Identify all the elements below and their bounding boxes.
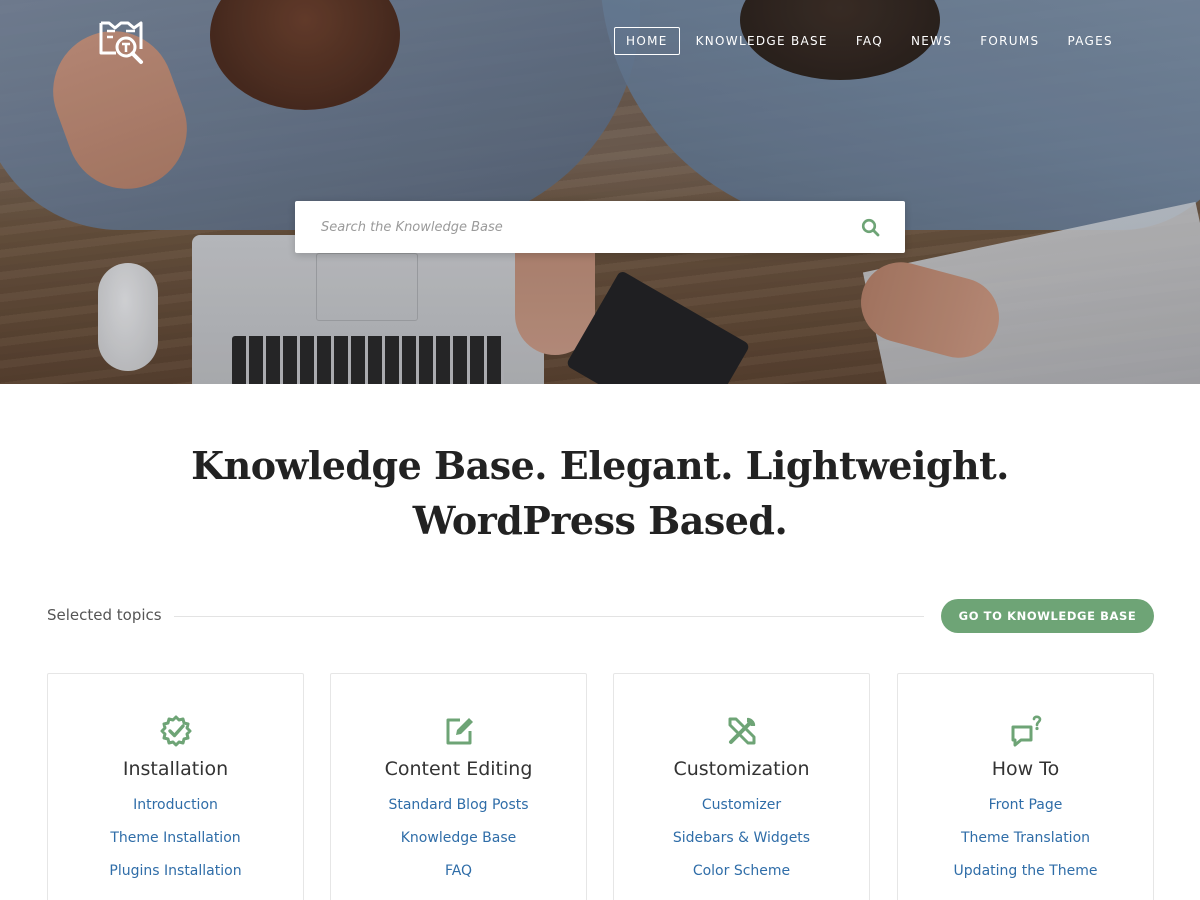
edit-icon	[442, 714, 476, 748]
card-title: How To	[991, 758, 1060, 780]
card-link[interactable]: Updating the Theme	[898, 863, 1153, 879]
card-title: Installation	[122, 758, 229, 780]
search-input[interactable]	[295, 201, 835, 253]
card-link[interactable]: Standard Blog Posts	[331, 797, 586, 813]
nav-item-knowledge-base[interactable]: KNOWLEDGE BASE	[684, 27, 840, 55]
card-link[interactable]: Color Scheme	[614, 863, 869, 879]
headline-line-1: Knowledge Base. Elegant. Lightweight.	[191, 443, 1009, 488]
nav-item-news[interactable]: NEWS	[899, 27, 964, 55]
page-headline: Knowledge Base. Elegant. Lightweight. Wo…	[0, 438, 1200, 548]
headline-line-2: WordPress Based.	[412, 498, 788, 543]
card-title: Content Editing	[384, 758, 533, 780]
nav-item-pages[interactable]: PAGES	[1055, 27, 1124, 55]
card-link[interactable]: Sidebars & Widgets	[614, 830, 869, 846]
topic-card-how-to: How To Front Page Theme Translation Upda…	[897, 673, 1154, 900]
hero-banner	[0, 0, 1200, 384]
gear-check-icon	[159, 714, 193, 748]
topic-card-customization: Customization Customizer Sidebars & Widg…	[613, 673, 870, 900]
card-title: Customization	[673, 758, 810, 780]
card-link[interactable]: Theme Translation	[898, 830, 1153, 846]
selected-topics-label: Selected topics	[47, 606, 162, 624]
topic-card-content-editing: Content Editing Standard Blog Posts Know…	[330, 673, 587, 900]
topics-divider	[174, 616, 924, 617]
topic-card-installation: Installation Introduction Theme Installa…	[47, 673, 304, 900]
card-link[interactable]: Customizer	[614, 797, 869, 813]
nav-item-home[interactable]: HOME	[614, 27, 680, 55]
logo-icon	[99, 21, 143, 64]
search-box	[295, 201, 905, 253]
go-to-knowledge-base-button[interactable]: GO TO KNOWLEDGE BASE	[941, 599, 1154, 633]
tools-icon	[725, 714, 759, 748]
card-link[interactable]: Introduction	[48, 797, 303, 813]
search-icon	[861, 218, 880, 237]
card-link[interactable]: Front Page	[898, 797, 1153, 813]
card-link[interactable]: Knowledge Base	[331, 830, 586, 846]
hero-overlay	[0, 0, 1200, 384]
card-link[interactable]: FAQ	[331, 863, 586, 879]
nav-item-forums[interactable]: FORUMS	[968, 27, 1051, 55]
card-link[interactable]: Theme Installation	[48, 830, 303, 846]
question-chat-icon	[1009, 714, 1043, 748]
main-nav: HOME KNOWLEDGE BASE FAQ NEWS FORUMS PAGE…	[614, 27, 1125, 55]
card-link[interactable]: Plugins Installation	[48, 863, 303, 879]
site-logo[interactable]	[98, 19, 144, 65]
nav-item-faq[interactable]: FAQ	[844, 27, 895, 55]
search-button[interactable]	[861, 218, 881, 238]
